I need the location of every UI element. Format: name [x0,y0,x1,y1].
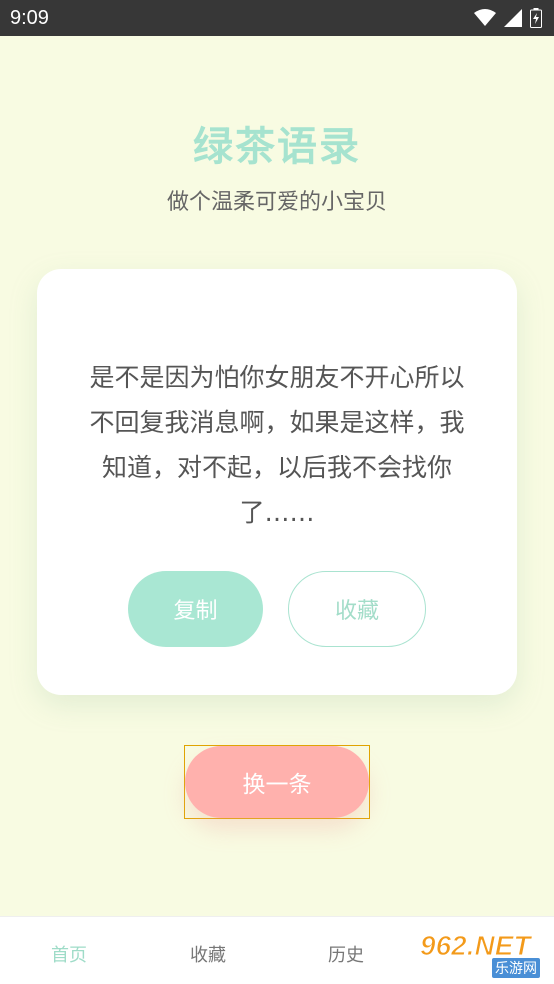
signal-icon [504,9,522,27]
status-time: 9:09 [10,6,49,29]
quote-text: 是不是因为怕你女朋友不开心所以不回复我消息啊，如果是这样，我知道，对不起，以后我… [89,363,465,527]
favorite-button[interactable]: 收藏 [288,571,426,647]
battery-icon [530,8,542,28]
next-quote-button[interactable]: 换一条 [185,746,369,818]
tab-history[interactable]: 历史 [306,941,386,967]
copy-button[interactable]: 复制 [128,571,263,647]
watermark-sub: 乐游网 [492,958,540,978]
status-bar: 9:09 [0,0,554,36]
tab-home[interactable]: 首页 [29,941,109,967]
app-subtitle: 做个温柔可爱的小宝贝 [166,190,387,215]
watermark-logo: 962.NET 乐游网 [416,930,550,980]
quote-card: 是不是因为怕你女朋友不开心所以不回复我消息啊，如果是这样，我知道，对不起，以后我… [37,269,517,695]
status-icons [474,8,542,28]
app-title: 绿茶语录 [193,124,361,170]
tab-favorites[interactable]: 收藏 [168,941,248,967]
wifi-icon [474,9,496,27]
